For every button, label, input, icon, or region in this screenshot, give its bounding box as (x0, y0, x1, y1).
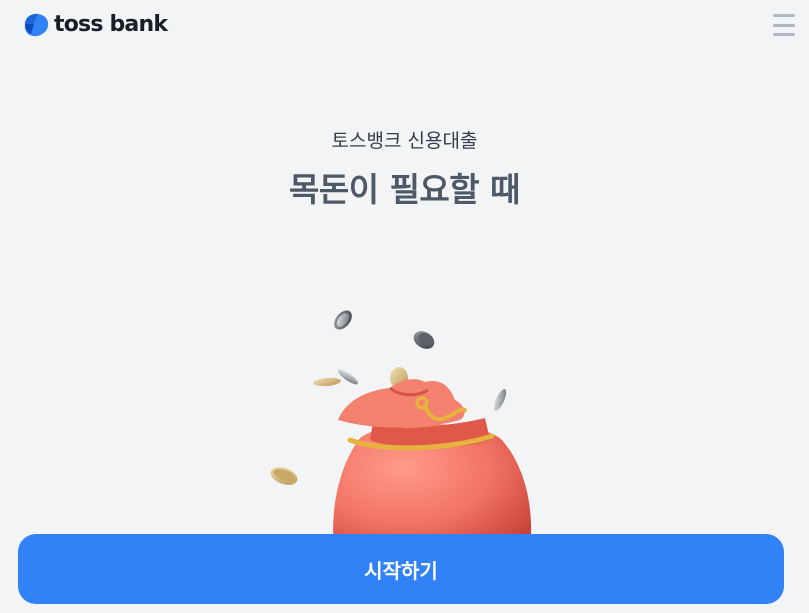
cta-container: 시작하기 (18, 534, 784, 604)
hero-subtitle: 토스뱅크 신용대출 (331, 130, 478, 152)
coin-icon (313, 377, 341, 387)
money-bag-icon (270, 310, 532, 550)
coin-icon (270, 467, 298, 485)
hero-title: 목돈이 필요할 때 (289, 170, 521, 209)
toss-logo-icon (24, 13, 49, 37)
hamburger-menu-icon (773, 14, 795, 17)
start-button[interactable]: 시작하기 (18, 534, 784, 604)
page: toss bank 토스뱅크 신용대출 목돈이 필요할 때 시작하기 (0, 0, 809, 613)
coin-icon (493, 388, 507, 412)
logo-text: toss bank (54, 12, 168, 37)
coin-icon (413, 331, 435, 349)
hero: 토스뱅크 신용대출 목돈이 필요할 때 (0, 126, 809, 212)
logo[interactable]: toss bank (22, 12, 168, 38)
hamburger-menu-button[interactable] (773, 14, 795, 36)
coin-icon (334, 310, 352, 330)
header: toss bank (0, 0, 809, 52)
coin-icon (337, 369, 359, 385)
money-bag-illustration (250, 290, 560, 550)
